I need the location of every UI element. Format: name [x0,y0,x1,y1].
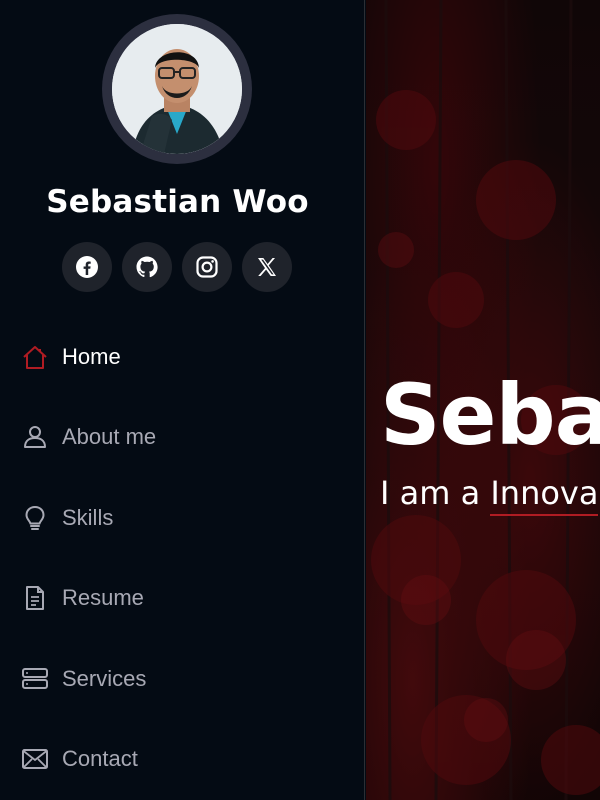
nav-label-contact: Contact [62,746,138,772]
nav-item-about[interactable]: About me [20,417,340,458]
server-icon [20,664,50,694]
nav-item-skills[interactable]: Skills [20,497,340,538]
avatar [112,24,242,154]
profile-name: Sebastian Woo [46,184,309,220]
nav-label-skills: Skills [62,504,114,530]
lightbulb-icon [20,503,50,533]
avatar-photo [112,24,242,154]
hero-subtitle: I am a Innova [380,474,599,516]
social-links [62,242,292,292]
document-icon [20,583,50,613]
hero-subtitle-prefix: I am a [380,474,491,512]
nav-item-home[interactable]: Home [20,336,340,377]
nav-item-contact[interactable]: Contact [20,739,340,780]
typed-role-text: Innova [490,474,599,516]
x-twitter-link[interactable] [242,242,292,292]
envelope-icon [20,744,50,774]
github-icon [136,256,158,278]
hero-section: Sebas I am a Innova [366,0,600,800]
instagram-icon [196,256,218,278]
x-twitter-icon [258,258,276,276]
person-icon [20,422,50,452]
nav-item-services[interactable]: Services [20,658,340,699]
house-icon [20,342,50,372]
nav-label-services: Services [62,665,147,691]
sidebar: Sebastian Woo Home About me Skills Resum… [0,0,365,800]
nav-label-home: Home [62,343,121,369]
instagram-link[interactable] [182,242,232,292]
nav-label-about: About me [62,424,157,450]
facebook-icon [76,256,98,278]
facebook-link[interactable] [62,242,112,292]
main-navigation: Home About me Skills Resume Services Con… [20,336,340,800]
avatar-ring [102,14,252,164]
nav-label-resume: Resume [62,585,144,611]
github-link[interactable] [122,242,172,292]
nav-item-resume[interactable]: Resume [20,578,340,619]
hero-title: Sebas [380,366,600,464]
